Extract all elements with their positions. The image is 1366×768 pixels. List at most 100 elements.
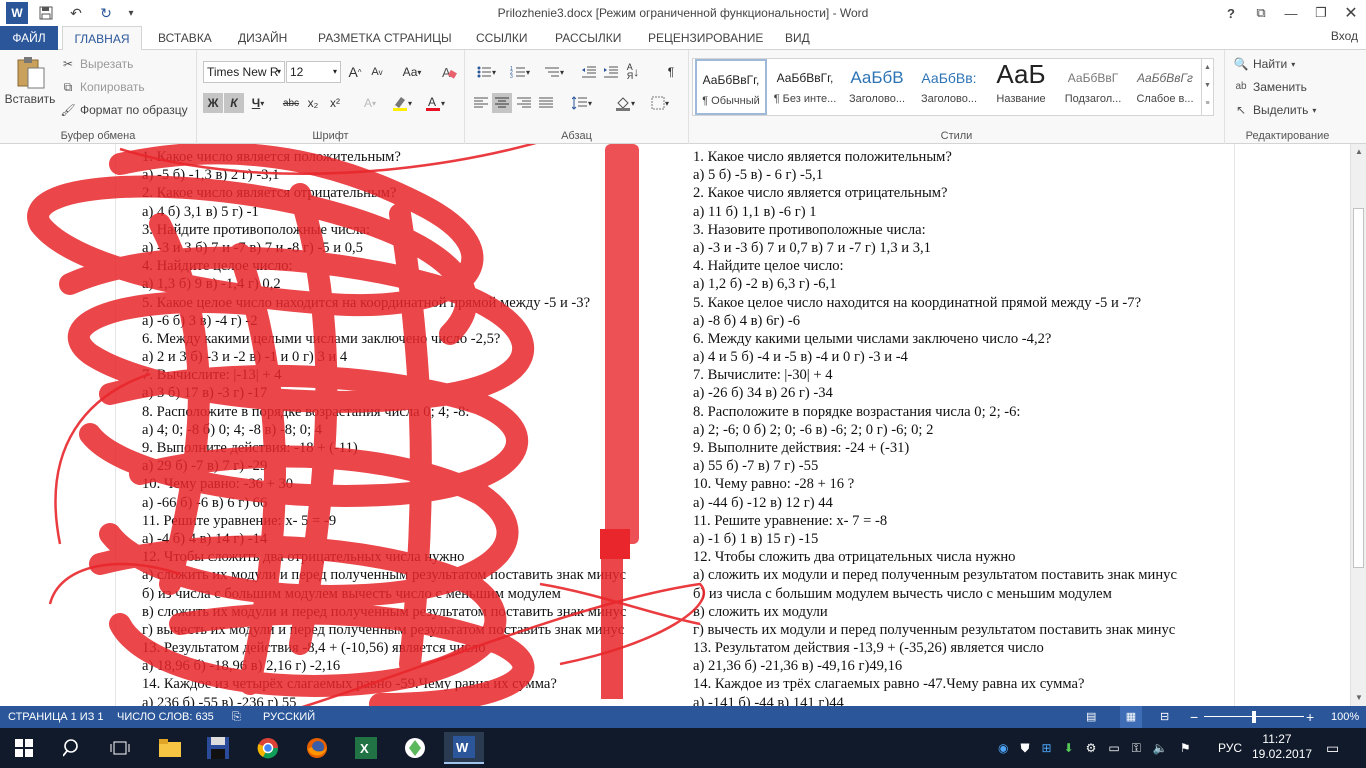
- format-painter-button[interactable]: 🖌 Формат по образцу: [60, 102, 187, 118]
- scroll-thumb[interactable]: [1353, 208, 1364, 568]
- shield-icon[interactable]: ⛊: [1020, 741, 1029, 756]
- tab-file[interactable]: ФАЙЛ: [0, 26, 58, 50]
- styles-scroll[interactable]: ▲ ▼ ≡: [1201, 59, 1213, 115]
- numbering-icon[interactable]: 1 2 3 ▾: [505, 62, 535, 82]
- show-marks-icon[interactable]: ¶: [661, 62, 681, 82]
- shading-icon[interactable]: ▾: [610, 93, 640, 113]
- proofing-icon[interactable]: ⎘: [232, 706, 241, 728]
- increase-indent-icon[interactable]: [601, 62, 621, 82]
- tab-review[interactable]: РЕЦЕНЗИРОВАНИЕ: [648, 26, 763, 50]
- minimize-icon[interactable]: —: [1276, 0, 1306, 26]
- font-name-combo[interactable]: Times New R ▾: [203, 61, 285, 83]
- tab-page-layout[interactable]: РАЗМЕТКА СТРАНИЦЫ: [318, 26, 452, 50]
- style-title[interactable]: АаБ Название: [985, 59, 1057, 115]
- monitor-icon[interactable]: ▭: [1108, 741, 1119, 755]
- notifications-icon[interactable]: ▭: [1326, 728, 1339, 768]
- zoom-out-button[interactable]: −: [1190, 706, 1198, 728]
- network-app-icon[interactable]: ◉: [998, 741, 1008, 755]
- align-left-icon[interactable]: [471, 93, 491, 113]
- windows-icon[interactable]: ⊞: [1042, 741, 1052, 755]
- select-button[interactable]: ↖ Выделить ▾: [1233, 102, 1316, 118]
- zoom-thumb[interactable]: [1252, 711, 1256, 723]
- cut-button[interactable]: ✂ Вырезать: [60, 56, 133, 72]
- tab-insert[interactable]: ВСТАВКА: [158, 26, 212, 50]
- word-count[interactable]: ЧИСЛО СЛОВ: 635: [117, 706, 214, 728]
- download-icon[interactable]: ⬇: [1064, 741, 1074, 755]
- zoom-in-button[interactable]: +: [1306, 706, 1314, 728]
- task-view-icon[interactable]: [100, 732, 140, 764]
- font-color-icon[interactable]: A ▾: [422, 93, 448, 113]
- read-mode-icon[interactable]: ▤: [1086, 706, 1096, 728]
- highlight-icon[interactable]: ▾: [389, 93, 415, 113]
- superscript-button[interactable]: x²: [325, 93, 345, 113]
- scroll-up-icon[interactable]: ▲: [1351, 144, 1366, 160]
- line-spacing-icon[interactable]: ▾: [567, 93, 597, 113]
- print-layout-icon[interactable]: ▦: [1120, 706, 1142, 728]
- font-size-combo[interactable]: 12 ▾: [286, 61, 341, 83]
- change-case-button[interactable]: Аа ▾: [397, 62, 427, 82]
- zoom-level[interactable]: 100%: [1331, 706, 1359, 728]
- align-center-icon[interactable]: [492, 93, 512, 113]
- maximize-icon[interactable]: ❐: [1306, 0, 1336, 26]
- gem-icon[interactable]: [395, 732, 435, 764]
- strikethrough-button[interactable]: abc: [281, 93, 301, 113]
- document-page[interactable]: 1. Какое число является положительным? а)…: [115, 144, 1235, 706]
- sign-in-link[interactable]: Вход: [1331, 26, 1358, 46]
- style-sample: АаБбВвГг: [1137, 71, 1193, 85]
- copy-button[interactable]: ⧉ Копировать: [60, 79, 145, 95]
- style-heading-2[interactable]: АаБбВв: Заголово...: [913, 59, 985, 115]
- close-icon[interactable]: ✕: [1336, 0, 1366, 26]
- help-button[interactable]: ?: [1216, 0, 1246, 26]
- start-icon[interactable]: [4, 732, 44, 764]
- style-subtle-emphasis[interactable]: АаБбВвГг Слабое в...: [1129, 59, 1201, 115]
- style-subtitle[interactable]: АаБбВвГ Подзагол...: [1057, 59, 1129, 115]
- italic-button[interactable]: К: [224, 93, 244, 113]
- document-area[interactable]: 1. Какое число является положительным? а)…: [0, 144, 1350, 706]
- shrink-font-button[interactable]: Av: [367, 62, 387, 82]
- question-line: 5. Какое целое число находится на коорди…: [142, 294, 591, 311]
- firefox-icon[interactable]: [297, 732, 337, 764]
- multilevel-list-icon[interactable]: ▾: [539, 62, 569, 82]
- borders-icon[interactable]: ▾: [645, 93, 675, 113]
- replace-button[interactable]: ab Заменить: [1233, 79, 1307, 95]
- style-normal[interactable]: АаБбВвГг, ¶ Обычный: [695, 59, 767, 115]
- volume-icon[interactable]: 🔈: [1153, 741, 1168, 755]
- lock-icon[interactable]: ⚿: [1132, 741, 1141, 756]
- subscript-button[interactable]: x₂: [303, 93, 323, 113]
- paste-button[interactable]: Вставить: [5, 56, 55, 106]
- justify-icon[interactable]: [536, 93, 556, 113]
- find-button[interactable]: 🔍 Найти ▾: [1233, 56, 1296, 72]
- tab-home[interactable]: ГЛАВНАЯ: [62, 26, 142, 51]
- web-layout-icon[interactable]: ⊟: [1160, 706, 1169, 728]
- save-disk-icon[interactable]: [198, 732, 238, 764]
- align-right-icon[interactable]: [514, 93, 534, 113]
- chrome-icon[interactable]: [248, 732, 288, 764]
- underline-button[interactable]: Ч ▾: [248, 93, 268, 113]
- bullets-icon[interactable]: ▾: [471, 62, 501, 82]
- input-language[interactable]: РУС: [1218, 728, 1242, 768]
- tab-design[interactable]: ДИЗАЙН: [238, 26, 287, 50]
- language-indicator[interactable]: РУССКИЙ: [263, 706, 315, 728]
- file-explorer-icon[interactable]: [150, 732, 190, 764]
- scroll-down-icon[interactable]: ▼: [1351, 690, 1366, 706]
- decrease-indent-icon[interactable]: [579, 62, 599, 82]
- word-icon[interactable]: W: [444, 732, 484, 764]
- clock[interactable]: 11:27 19.02.2017: [1252, 732, 1312, 762]
- page-count[interactable]: СТРАНИЦА 1 ИЗ 1: [8, 706, 104, 728]
- grow-font-button[interactable]: A ^: [345, 62, 365, 82]
- restore-ribbon-icon[interactable]: ⧉: [1246, 0, 1276, 26]
- vertical-scrollbar[interactable]: ▲ ▼: [1350, 144, 1366, 706]
- clear-formatting-icon[interactable]: A: [439, 62, 459, 82]
- search-icon[interactable]: [52, 732, 92, 764]
- bold-button[interactable]: Ж: [203, 93, 223, 113]
- style-no-spacing[interactable]: АаБбВвГг, ¶ Без инте...: [769, 59, 841, 115]
- tab-mailings[interactable]: РАССЫЛКИ: [555, 26, 621, 50]
- sort-icon[interactable]: А Я ↓: [623, 62, 643, 82]
- tab-references[interactable]: ССЫЛКИ: [476, 26, 527, 50]
- text-effects-icon[interactable]: A ▾: [357, 93, 383, 113]
- tools-icon[interactable]: ⚙: [1086, 741, 1097, 755]
- excel-icon[interactable]: X: [346, 732, 386, 764]
- style-heading-1[interactable]: АаБбВ Заголово...: [841, 59, 913, 115]
- flag-icon[interactable]: ⚑: [1180, 741, 1191, 755]
- tab-view[interactable]: ВИД: [785, 26, 810, 50]
